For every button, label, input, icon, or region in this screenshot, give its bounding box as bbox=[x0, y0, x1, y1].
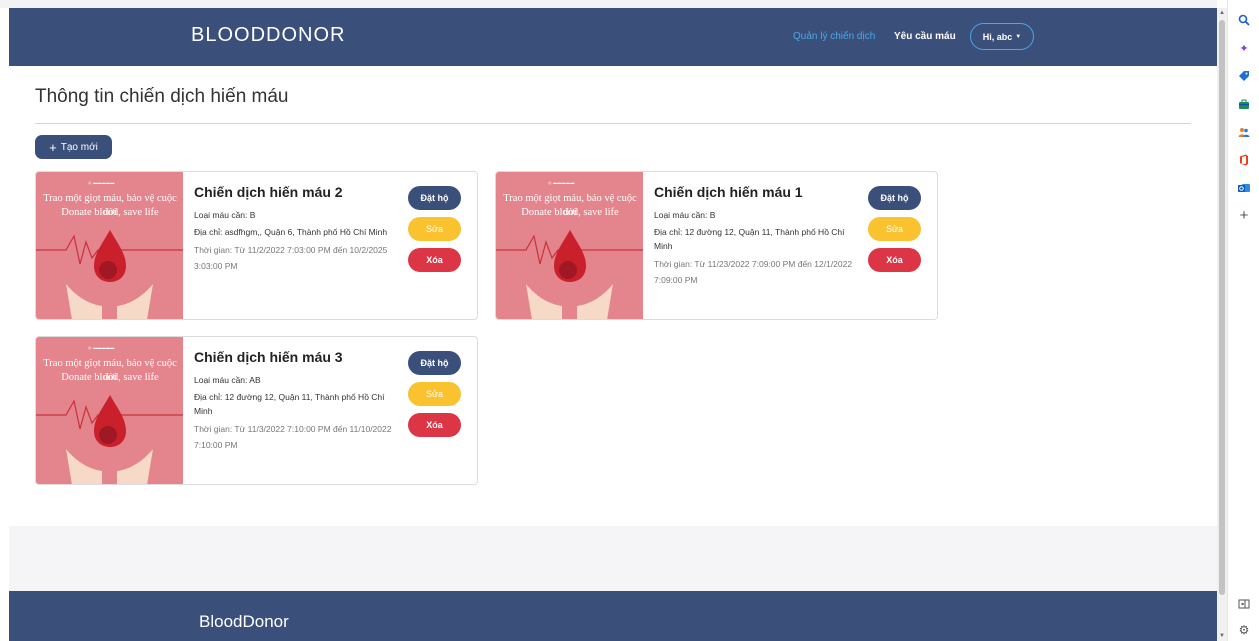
scroll-up-icon[interactable]: ▲ bbox=[1217, 8, 1227, 18]
navbar: BLOODDONOR Quản lý chiến dịch Yêu cầu má… bbox=[9, 8, 1217, 66]
campaign-image: ◎ ▬▬▬▬▬ Trao một giọt máu, bảo vệ cuộc đ… bbox=[496, 172, 643, 319]
book-button[interactable]: Đặt hộ bbox=[408, 186, 461, 210]
campaign-address: Địa chỉ: asdfhgm,, Quận 6, Thành phố Hồ … bbox=[194, 227, 388, 237]
campaign-card: ◎ ▬▬▬▬▬ Trao một giọt máu, bảo vệ cuộc đ… bbox=[35, 171, 478, 320]
footer: BloodDonor bbox=[9, 591, 1217, 641]
delete-button[interactable]: Xóa bbox=[868, 248, 921, 272]
settings-icon[interactable]: ⚙ bbox=[1236, 622, 1252, 638]
image-slogan-en: Donate blood, save life bbox=[61, 207, 159, 218]
campaign-time: Thời gian: Từ 11/3/2022 7:10:00 PM đến 1… bbox=[194, 424, 392, 450]
plus-icon: + bbox=[49, 139, 57, 155]
scroll-down-icon[interactable]: ▼ bbox=[1217, 631, 1227, 641]
delete-button[interactable]: Xóa bbox=[408, 413, 461, 437]
campaign-time: Thời gian: Từ 11/23/2022 7:09:00 PM đến … bbox=[654, 259, 853, 285]
nav-link-campaigns[interactable]: Quản lý chiến dịch bbox=[793, 31, 875, 42]
campaign-actions: Đặt hộ Sửa Xóa bbox=[408, 186, 461, 279]
briefcase-icon[interactable] bbox=[1236, 96, 1252, 112]
browser-sidebar: ✦ + ⚙ bbox=[1227, 0, 1259, 641]
campaign-image: ◎ ▬▬▬▬▬ Trao một giọt máu, bảo vệ cuộc đ… bbox=[36, 172, 183, 319]
campaign-title: Chiến dịch hiến máu 3 bbox=[194, 349, 343, 365]
edit-button[interactable]: Sửa bbox=[408, 217, 461, 241]
people-icon[interactable] bbox=[1236, 124, 1252, 140]
footer-spacer bbox=[9, 526, 1217, 591]
edit-button[interactable]: Sửa bbox=[408, 382, 461, 406]
main-content: Thông tin chiến dịch hiến máu + Tạo mới … bbox=[9, 66, 1217, 526]
page-scrollbar[interactable]: ▲ ▼ bbox=[1217, 8, 1227, 641]
campaign-info: Chiến dịch hiến máu 3 Loại máu cần: AB Đ… bbox=[194, 349, 399, 453]
campaign-actions: Đặt hộ Sửa Xóa bbox=[408, 351, 461, 444]
campaign-blood-type: Loại máu cần: B bbox=[194, 210, 256, 220]
campaign-title: Chiến dịch hiến máu 2 bbox=[194, 184, 343, 200]
campaign-card: ◎ ▬▬▬▬▬ Trao một giọt máu, bảo vệ cuộc đ… bbox=[35, 336, 478, 485]
campaign-title: Chiến dịch hiến máu 1 bbox=[654, 184, 803, 200]
sparkle-icon[interactable]: ✦ bbox=[1236, 40, 1252, 56]
window-top-strip bbox=[0, 0, 1217, 8]
user-menu-button[interactable]: Hi, abc ▼ bbox=[970, 23, 1034, 50]
campaign-address: Địa chỉ: 12 đường 12, Quận 11, Thành phố… bbox=[654, 227, 845, 251]
caret-down-icon: ▼ bbox=[1015, 33, 1022, 40]
scroll-thumb[interactable] bbox=[1219, 20, 1225, 595]
outlook-icon[interactable] bbox=[1236, 180, 1252, 196]
campaign-actions: Đặt hộ Sửa Xóa bbox=[868, 186, 921, 279]
search-icon[interactable] bbox=[1236, 12, 1252, 28]
campaign-info: Chiến dịch hiến máu 1 Loại máu cần: B Đị… bbox=[654, 184, 859, 288]
campaign-address: Địa chỉ: 12 đường 12, Quận 11, Thành phố… bbox=[194, 392, 385, 416]
create-new-label: Tạo mới bbox=[60, 141, 98, 153]
image-slogan-en: Donate blood, save life bbox=[61, 372, 159, 383]
divider bbox=[35, 123, 1191, 124]
campaign-info: Chiến dịch hiến máu 2 Loại máu cần: B Đị… bbox=[194, 184, 399, 274]
blood-drop-hands-illustration bbox=[36, 230, 183, 319]
user-menu-label: Hi, abc bbox=[982, 31, 1013, 42]
office-icon[interactable] bbox=[1236, 152, 1252, 168]
image-slogan-en: Donate blood, save life bbox=[521, 207, 619, 218]
page-title: Thông tin chiến dịch hiến máu bbox=[35, 86, 289, 107]
blood-drop-hands-illustration bbox=[496, 230, 643, 319]
add-icon[interactable]: + bbox=[1236, 207, 1252, 224]
brand-logo[interactable]: BLOODDONOR bbox=[191, 24, 345, 47]
tag-icon[interactable] bbox=[1236, 68, 1252, 84]
book-button[interactable]: Đặt hộ bbox=[408, 351, 461, 375]
campaign-image: ◎ ▬▬▬▬▬ Trao một giọt máu, bảo vệ cuộc đ… bbox=[36, 337, 183, 484]
campaign-blood-type: Loại máu cần: B bbox=[654, 210, 716, 220]
image-logo-icon: ◎ ▬▬▬▬▬ bbox=[88, 180, 115, 185]
footer-brand: BloodDonor bbox=[199, 612, 289, 631]
image-logo-icon: ◎ ▬▬▬▬▬ bbox=[88, 345, 115, 350]
create-new-button[interactable]: + Tạo mới bbox=[35, 135, 112, 159]
blood-drop-hands-illustration bbox=[36, 395, 183, 484]
campaign-card: ◎ ▬▬▬▬▬ Trao một giọt máu, bảo vệ cuộc đ… bbox=[495, 171, 938, 320]
book-button[interactable]: Đặt hộ bbox=[868, 186, 921, 210]
split-view-icon[interactable] bbox=[1236, 596, 1252, 612]
campaign-blood-type: Loại máu cần: AB bbox=[194, 375, 261, 385]
delete-button[interactable]: Xóa bbox=[408, 248, 461, 272]
campaign-time: Thời gian: Từ 11/2/2022 7:03:00 PM đến 1… bbox=[194, 245, 388, 271]
image-logo-icon: ◎ ▬▬▬▬▬ bbox=[548, 180, 575, 185]
edit-button[interactable]: Sửa bbox=[868, 217, 921, 241]
nav-link-blood-requests[interactable]: Yêu cầu máu bbox=[894, 31, 956, 42]
